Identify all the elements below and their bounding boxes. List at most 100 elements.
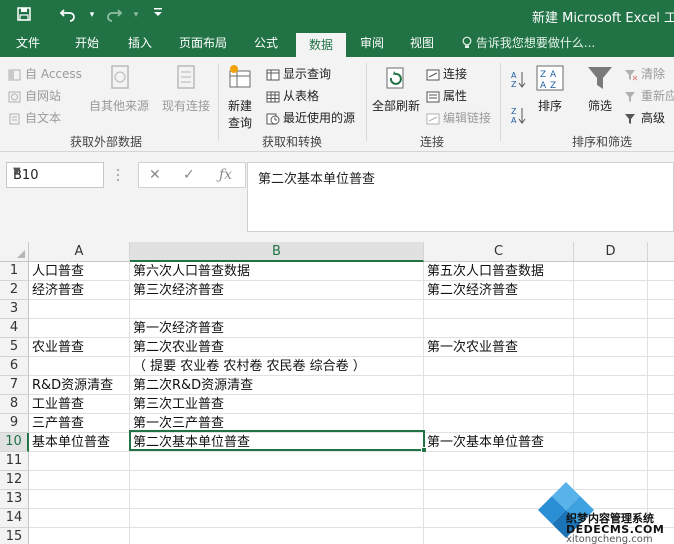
- formula-bar-grip-icon[interactable]: [116, 168, 120, 182]
- grid-line: [29, 299, 674, 300]
- formula-input[interactable]: 第二次基本单位普查: [247, 162, 674, 232]
- cell-c2[interactable]: 第二次经济普查: [425, 281, 518, 300]
- row-header-4[interactable]: 4: [0, 319, 29, 338]
- grid-line: [29, 318, 674, 319]
- existing-connections-button: 现有连接: [158, 63, 214, 114]
- properties-button[interactable]: 属性: [426, 87, 467, 104]
- row-header-11[interactable]: 11: [0, 452, 29, 471]
- tab-data[interactable]: 数据: [296, 33, 346, 57]
- new-query-button[interactable]: 新建 查询: [222, 63, 258, 131]
- sort-icon: ZAAZ: [535, 63, 565, 93]
- column-header-c[interactable]: C: [424, 242, 574, 262]
- grid-line: [29, 280, 674, 281]
- sort-ascending-icon[interactable]: AZ: [510, 69, 526, 92]
- tab-review[interactable]: 审阅: [350, 30, 394, 57]
- cell-a5[interactable]: 农业普查: [30, 338, 84, 357]
- reapply-filter-button: 重新应: [624, 87, 674, 104]
- svg-text:Z: Z: [550, 81, 556, 91]
- filter-button[interactable]: 筛选: [580, 63, 620, 114]
- row-header-5[interactable]: 5: [0, 338, 29, 357]
- row-header-13[interactable]: 13: [0, 490, 29, 509]
- existing-connections-icon: [171, 63, 201, 93]
- cancel-icon[interactable]: ✕: [149, 167, 161, 183]
- cell-b4[interactable]: 第一次经济普查: [131, 319, 224, 338]
- svg-text:A: A: [550, 70, 557, 80]
- row-header-1[interactable]: 1: [0, 262, 29, 281]
- grid-line: [29, 451, 674, 452]
- row-header-6[interactable]: 6: [0, 357, 29, 376]
- tab-insert[interactable]: 插入: [118, 30, 162, 57]
- connections-button[interactable]: 连接: [426, 65, 467, 82]
- row-header-8[interactable]: 8: [0, 395, 29, 414]
- column-header-d[interactable]: D: [574, 242, 648, 262]
- cell-a7[interactable]: R&D资源清查: [30, 376, 113, 395]
- cell-a10[interactable]: 基本单位普查: [30, 433, 110, 452]
- group-label-sort-filter: 排序和筛选: [572, 135, 633, 149]
- save-icon[interactable]: [14, 6, 34, 24]
- row-header-3[interactable]: 3: [0, 300, 29, 319]
- insert-function-icon[interactable]: ƒx: [219, 167, 232, 183]
- svg-text:A: A: [511, 71, 517, 80]
- clear-filter-button: 清除: [624, 65, 665, 82]
- window-title: 新建 Microsoft Excel 工作: [532, 11, 674, 26]
- name-box[interactable]: B10 ▼: [6, 162, 104, 188]
- row-header-10[interactable]: 10: [0, 433, 29, 452]
- tab-home[interactable]: 开始: [62, 30, 112, 57]
- sort-button[interactable]: ZAAZ 排序: [532, 63, 568, 114]
- group-label-connections: 连接: [420, 135, 445, 149]
- new-query-label-2: 查询: [227, 116, 252, 130]
- svg-text:Z: Z: [511, 80, 517, 89]
- cell-b5[interactable]: 第二次农业普查: [131, 338, 224, 357]
- cell-c5[interactable]: 第一次农业普查: [425, 338, 518, 357]
- customize-quick-access-icon[interactable]: [148, 6, 168, 24]
- row-header-14[interactable]: 14: [0, 509, 29, 528]
- tab-file[interactable]: 文件: [6, 30, 50, 57]
- column-header-b[interactable]: B: [130, 242, 424, 262]
- enter-icon[interactable]: ✓: [183, 167, 195, 183]
- cell-a9[interactable]: 三产普查: [30, 414, 84, 433]
- cell-b7[interactable]: 第二次R&D资源清查: [131, 376, 253, 395]
- cell-b2[interactable]: 第三次经济普查: [131, 281, 224, 300]
- advanced-filter-button[interactable]: 高级: [624, 109, 665, 126]
- fill-handle[interactable]: [421, 447, 427, 453]
- cell-a8[interactable]: 工业普查: [30, 395, 84, 414]
- cell-b1[interactable]: 第六次人口普查数据: [131, 262, 250, 281]
- advanced-filter-icon: [624, 113, 638, 125]
- ribbon-tabs: 文件 开始 插入 页面布局 公式 数据 审阅 视图 告诉我您想要做什么...: [0, 30, 674, 57]
- cell-c1[interactable]: 第五次人口普查数据: [425, 262, 544, 281]
- tab-page-layout[interactable]: 页面布局: [172, 30, 234, 57]
- recent-sources-icon: [266, 113, 280, 125]
- undo-icon[interactable]: [58, 6, 78, 24]
- select-all-corner[interactable]: [0, 242, 29, 262]
- formula-buttons: ✕ ✓ ƒx: [138, 162, 246, 188]
- cell-b6[interactable]: （ 提要 农业卷 农村卷 农民卷 综合卷 ）: [131, 357, 366, 376]
- connections-icon: [426, 69, 440, 81]
- from-table-button[interactable]: 从表格: [266, 87, 319, 104]
- show-queries-button[interactable]: 显示查询: [266, 65, 331, 82]
- undo-dropdown-icon[interactable]: ▾: [82, 6, 102, 24]
- refresh-all-button[interactable]: 全部刷新: [370, 63, 422, 114]
- column-header-a[interactable]: A: [29, 242, 130, 262]
- cell-c10[interactable]: 第一次基本单位普查: [425, 433, 544, 452]
- show-queries-icon: [266, 69, 280, 81]
- tab-view[interactable]: 视图: [400, 30, 444, 57]
- edit-links-icon: [426, 113, 440, 125]
- from-other-sources-button: 自其他来源: [88, 63, 150, 114]
- cell-a2[interactable]: 经济普查: [30, 281, 84, 300]
- tab-formulas[interactable]: 公式: [244, 30, 288, 57]
- sort-descending-icon[interactable]: ZA: [510, 105, 526, 128]
- cell-b8[interactable]: 第三次工业普查: [131, 395, 224, 414]
- recent-sources-button[interactable]: 最近使用的源: [266, 109, 355, 126]
- row-header-2[interactable]: 2: [0, 281, 29, 300]
- row-header-7[interactable]: 7: [0, 376, 29, 395]
- row-header-15[interactable]: 15: [0, 528, 29, 544]
- row-header-12[interactable]: 12: [0, 471, 29, 490]
- group-label-external-data: 获取外部数据: [70, 135, 143, 149]
- refresh-icon: [381, 63, 411, 93]
- column-header-e[interactable]: [648, 242, 674, 262]
- cell-a1[interactable]: 人口普查: [30, 262, 84, 281]
- tell-me-box[interactable]: 告诉我您想要做什么...: [462, 30, 595, 57]
- row-header-9[interactable]: 9: [0, 414, 29, 433]
- active-cell-border: [129, 430, 425, 451]
- name-box-dropdown-icon[interactable]: ▼: [13, 166, 99, 177]
